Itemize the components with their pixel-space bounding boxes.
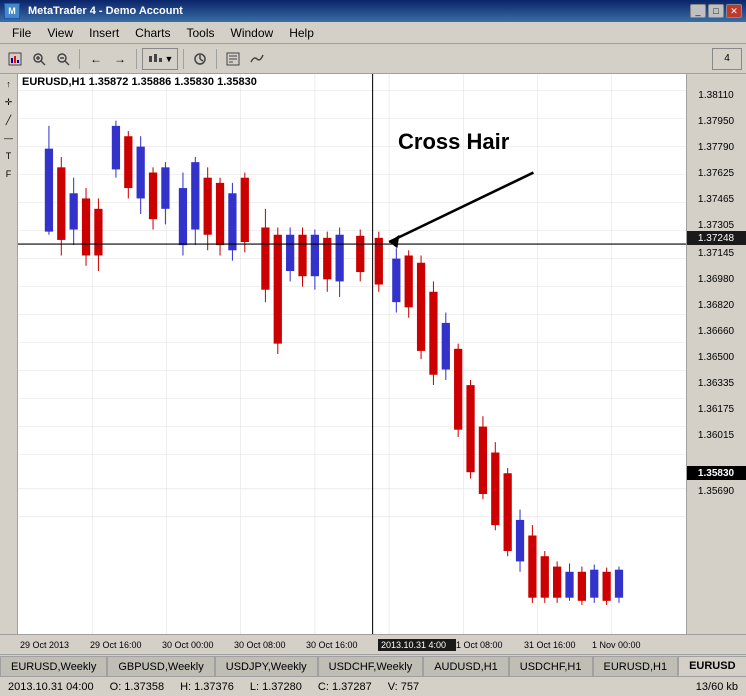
maximize-button[interactable]: □ [708, 4, 724, 18]
toolbar-right-panel: 4 [712, 48, 742, 70]
price-level-12: 1.36335 [686, 376, 746, 390]
time-label-8: 1 Nov 00:00 [592, 640, 652, 650]
menu-help[interactable]: Help [281, 24, 322, 42]
toolbar-chart-type[interactable]: ▼ [142, 48, 178, 70]
app-icon: M [4, 3, 20, 19]
toolbar-template[interactable] [222, 48, 244, 70]
tab-eurusd-h1[interactable]: EURUSD,H1 [593, 656, 679, 676]
tab-eurusd-weekly[interactable]: EURUSD,Weekly [0, 656, 107, 676]
chart-price-axis: 1.38110 1.37950 1.37790 1.37625 1.37465 … [686, 74, 746, 634]
title-bar: M MetaTrader 4 - Demo Account _ □ ✕ [0, 0, 746, 22]
tab-gbpusd-weekly[interactable]: GBPUSD,Weekly [107, 656, 214, 676]
status-datetime: 2013.10.31 04:00 [8, 681, 94, 693]
status-high: H: 1.37376 [180, 681, 234, 693]
menu-insert[interactable]: Insert [81, 24, 127, 42]
menu-charts[interactable]: Charts [127, 24, 178, 42]
tab-usdchf-h1[interactable]: USDCHF,H1 [509, 656, 593, 676]
toolbar-panel-toggle[interactable]: 4 [712, 48, 742, 70]
time-label-6: 1 Oct 08:00 [456, 640, 524, 650]
time-label-3: 30 Oct 00:00 [162, 640, 234, 650]
price-level-8: 1.36980 [686, 272, 746, 286]
price-level-3: 1.37790 [686, 140, 746, 154]
left-tb-hline[interactable]: — [1, 130, 17, 146]
toolbar-zoom-in[interactable] [28, 48, 50, 70]
status-memory: 13/60 kb [696, 681, 738, 693]
price-level-5: 1.37465 [686, 192, 746, 206]
price-level-11: 1.36500 [686, 350, 746, 364]
toolbar-separator-1 [79, 49, 80, 69]
left-tb-arrow[interactable]: ↑ [1, 76, 17, 92]
price-level-13: 1.36175 [686, 402, 746, 416]
price-level-2: 1.37950 [686, 114, 746, 128]
crosshair-price-label: 1.37248 [686, 231, 746, 245]
menu-bar: File View Insert Charts Tools Window Hel… [0, 22, 746, 44]
time-label-4: 30 Oct 08:00 [234, 640, 306, 650]
toolbar-separator-2 [136, 49, 137, 69]
time-label-5: 30 Oct 16:00 [306, 640, 378, 650]
price-level-15: 1.35690 [686, 484, 746, 498]
toolbar: ← → ▼ 4 [0, 44, 746, 74]
left-tb-crosshair[interactable]: ✛ [1, 94, 17, 110]
title-text: MetaTrader 4 - Demo Account [28, 5, 183, 17]
toolbar-period[interactable] [189, 48, 211, 70]
last-price-label: 1.35830 [686, 466, 746, 480]
status-low: L: 1.37280 [250, 681, 302, 693]
chart-time-axis: 29 Oct 2013 29 Oct 16:00 30 Oct 00:00 30… [0, 634, 746, 654]
menu-view[interactable]: View [39, 24, 81, 42]
status-open: O: 1.37358 [110, 681, 164, 693]
toolbar-zoom-out[interactable] [52, 48, 74, 70]
tab-audusd-h1[interactable]: AUDUSD,H1 [423, 656, 509, 676]
price-level-9: 1.36820 [686, 298, 746, 312]
minimize-button[interactable]: _ [690, 4, 706, 18]
toolbar-separator-4 [216, 49, 217, 69]
crosshair-time-label: 2013.10.31 4:00 [378, 639, 456, 651]
price-level-14: 1.36015 [686, 428, 746, 442]
status-bar: 2013.10.31 04:00 O: 1.37358 H: 1.37376 L… [0, 676, 746, 696]
status-volume: V: 757 [388, 681, 419, 693]
chart-header-info: EURUSD,H1 1.35872 1.35886 1.35830 1.3583… [22, 76, 257, 88]
left-tb-line[interactable]: ╱ [1, 112, 17, 128]
time-label-1: 29 Oct 2013 [18, 640, 90, 650]
menu-window[interactable]: Window [223, 24, 282, 42]
status-close: C: 1.37287 [318, 681, 372, 693]
toolbar-separator-3 [183, 49, 184, 69]
left-tb-text[interactable]: T [1, 148, 17, 164]
time-label-7: 31 Oct 16:00 [524, 640, 592, 650]
toolbar-indicator[interactable] [246, 48, 268, 70]
price-level-6: 1.37305 [686, 218, 746, 232]
time-label-2: 29 Oct 16:00 [90, 640, 162, 650]
price-level-4: 1.37625 [686, 166, 746, 180]
chart-area[interactable]: EURUSD,H1 1.35872 1.35886 1.35830 1.3583… [18, 74, 686, 634]
toolbar-new-chart[interactable] [4, 48, 26, 70]
tab-eurusd-active[interactable]: EURUSD [678, 656, 746, 676]
price-level-1: 1.38110 [686, 88, 746, 102]
price-level-10: 1.36660 [686, 324, 746, 338]
window-controls: _ □ ✕ [690, 4, 742, 18]
menu-file[interactable]: File [4, 24, 39, 42]
toolbar-scroll-right[interactable]: → [109, 48, 131, 70]
left-tb-fib[interactable]: F [1, 166, 17, 182]
price-level-7: 1.37145 [686, 246, 746, 260]
chart-left-toolbar: ↑ ✛ ╱ — T F [0, 74, 18, 634]
tab-usdchf-weekly[interactable]: USDCHF,Weekly [318, 656, 424, 676]
chart-svg [18, 74, 686, 634]
chart-container: ↑ ✛ ╱ — T F EURUSD,H1 1.35872 1.35886 1.… [0, 74, 746, 634]
close-button[interactable]: ✕ [726, 4, 742, 18]
tab-usdjpy-weekly[interactable]: USDJPY,Weekly [215, 656, 318, 676]
chart-tabs: EURUSD,Weekly GBPUSD,Weekly USDJPY,Weekl… [0, 654, 746, 676]
toolbar-scroll-left[interactable]: ← [85, 48, 107, 70]
menu-tools[interactable]: Tools [179, 24, 223, 42]
